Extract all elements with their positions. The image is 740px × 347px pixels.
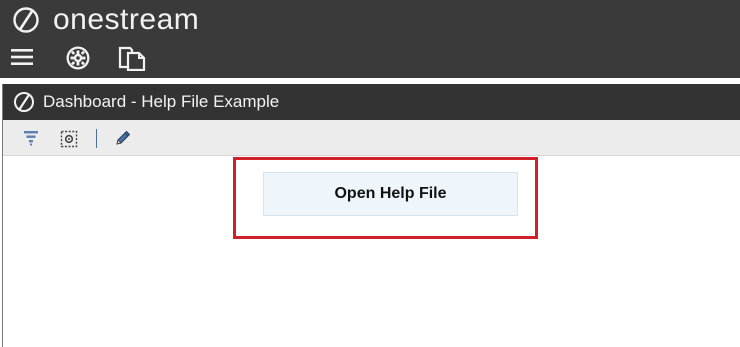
dashboard-title-bar: Dashboard - Help File Example: [3, 84, 740, 120]
toolbar-divider: [96, 129, 97, 148]
edit-pencil-icon[interactable]: [114, 129, 132, 147]
app-header: onestream: [0, 0, 740, 78]
dashboard-toolbar: [3, 120, 740, 156]
onestream-logo-icon: [14, 92, 34, 112]
select-region-icon[interactable]: [60, 130, 78, 148]
menu-icon[interactable]: [11, 48, 33, 66]
global-settings-icon[interactable]: [65, 45, 91, 71]
pages-icon[interactable]: [118, 45, 146, 71]
brand: onestream: [12, 4, 199, 36]
filter-icon[interactable]: [23, 130, 39, 146]
brand-name: onestream: [53, 3, 200, 36]
open-help-file-button[interactable]: Open Help File: [263, 172, 518, 216]
dashboard-title: Dashboard - Help File Example: [43, 92, 280, 111]
onestream-logo-icon: [13, 7, 39, 33]
